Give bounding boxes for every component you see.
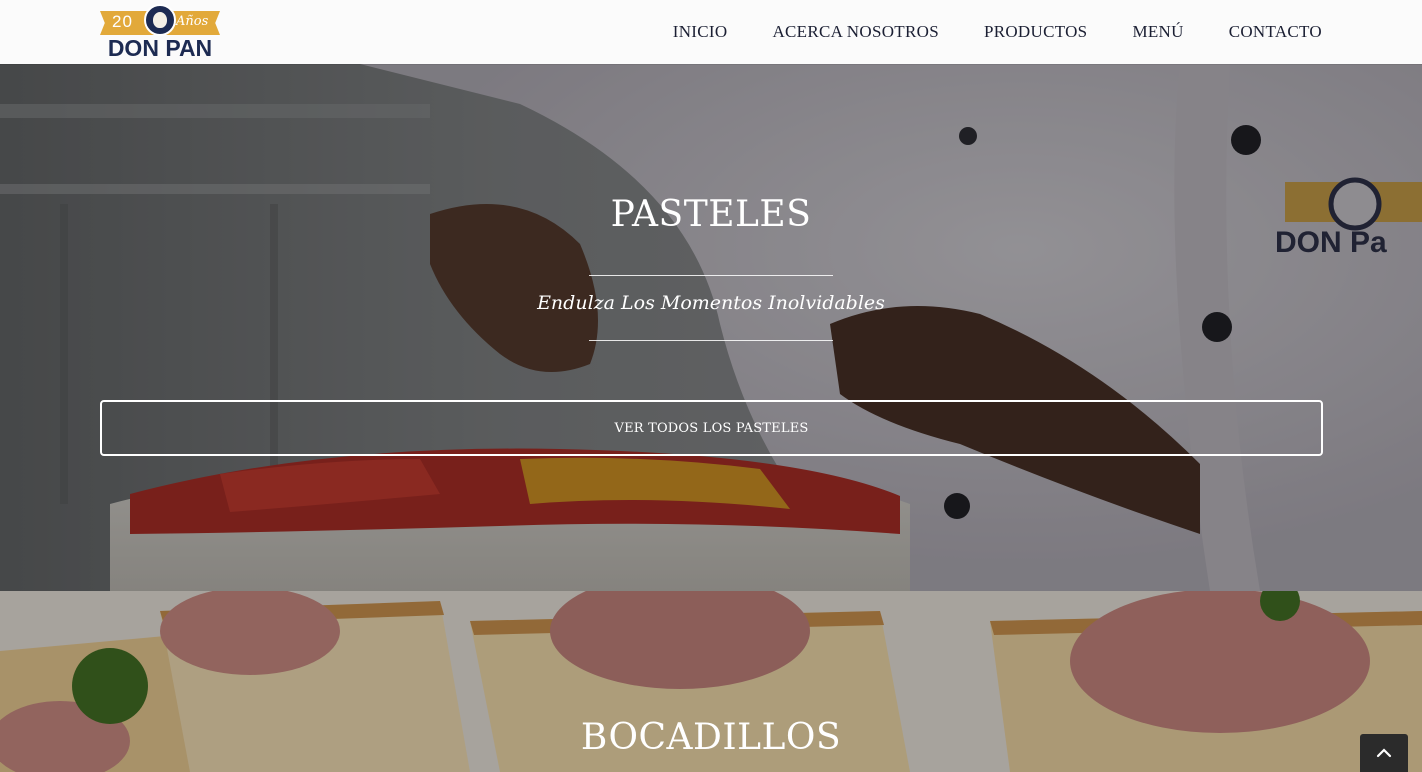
title-divider-bottom [589,340,833,341]
scroll-to-top-button[interactable] [1360,734,1408,772]
nav-acerca-nosotros[interactable]: ACERCA NOSOTROS [772,22,939,42]
chevron-up-icon [1376,748,1392,758]
don-pan-logo[interactable]: 20 Años DON PAN [100,4,220,61]
nav-productos[interactable]: PRODUCTOS [984,22,1087,42]
baker-mascot-icon [144,4,176,36]
main-nav: INICIO ACERCA NOSOTROS PRODUCTOS MENÚ CO… [628,0,1322,64]
bocadillos-section: BOCADILLOS [0,591,1422,772]
nav-contacto[interactable]: CONTACTO [1229,22,1322,42]
nav-menu[interactable]: MENÚ [1132,22,1183,42]
logo-years: 20 [112,12,133,31]
logo-brand-name: DON PAN [107,35,213,61]
pasteles-tagline: Endulza Los Momentos Inolvidables [537,292,885,314]
pasteles-dark-overlay [0,64,1422,591]
pasteles-section: DON Pa PASTELES Endulza Los Momentos Ino… [0,64,1422,591]
title-divider-top [589,275,833,276]
nav-inicio[interactable]: INICIO [673,22,728,42]
logo-anos: Años [176,14,209,29]
bocadillos-title: BOCADILLOS [580,717,842,758]
pasteles-title: PASTELES [610,194,812,235]
site-header: 20 Años DON PAN INICIO ACERCA NOSOTROS P… [0,0,1422,64]
ver-pasteles-button[interactable]: VER TODOS LOS PASTELES [100,400,1323,456]
